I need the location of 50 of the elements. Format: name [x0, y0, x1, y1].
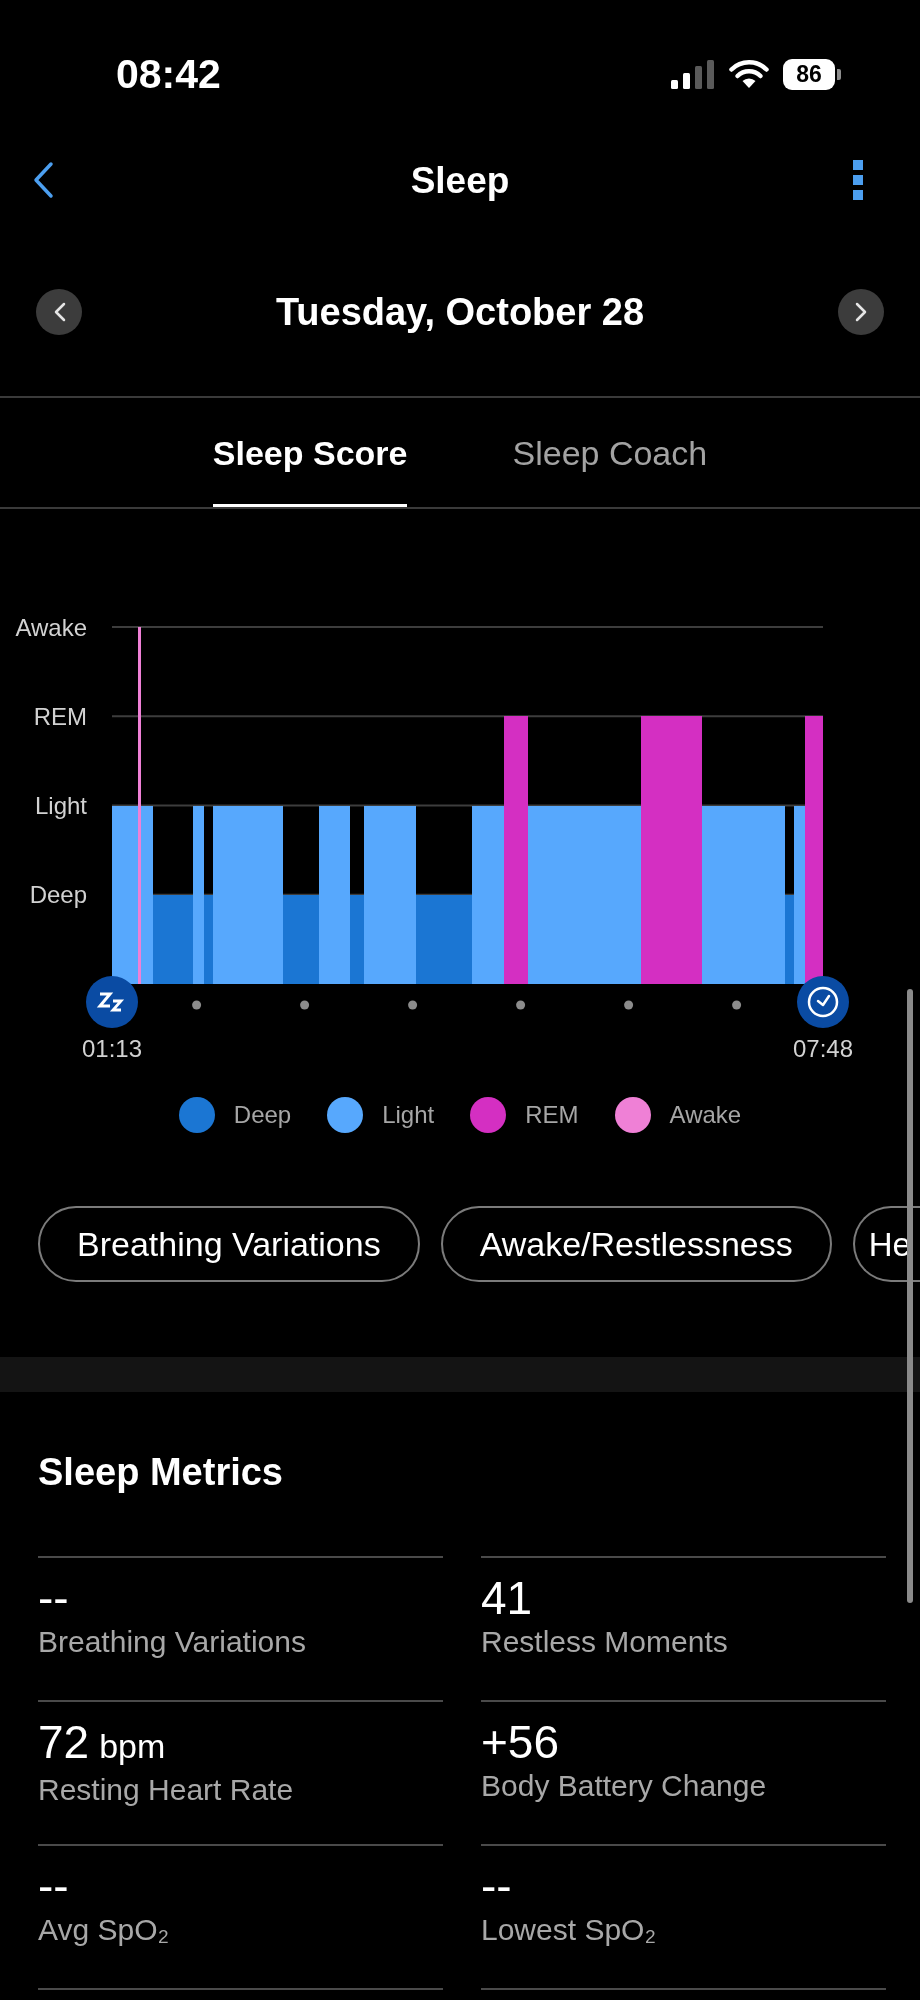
- legend-label: Awake: [669, 1103, 742, 1127]
- chevron-left-icon: [32, 161, 54, 199]
- y-axis-label: Awake: [15, 613, 87, 641]
- tick-dot-icon: [516, 1000, 526, 1010]
- wifi-icon: [729, 59, 769, 89]
- metric-value: 41: [481, 1572, 533, 1624]
- chevron-left-icon: [52, 302, 66, 322]
- tick-dot-icon: [300, 1000, 310, 1010]
- legend-label: Light: [382, 1103, 435, 1127]
- more-icon: [853, 160, 863, 200]
- chip-button[interactable]: Breathing Variations: [38, 1206, 420, 1282]
- metric-value: +56: [481, 1716, 560, 1768]
- y-axis-label: Deep: [29, 881, 87, 909]
- legend-label: REM: [525, 1103, 579, 1127]
- section-title: Sleep Metrics: [37, 1450, 284, 1495]
- date-title: Tuesday, October 28: [275, 293, 645, 331]
- legend-label: Deep: [233, 1103, 292, 1127]
- chip-button[interactable]: Awake/Restlessness: [440, 1206, 832, 1282]
- signal-icon: [671, 59, 715, 89]
- metric-value: 72: [38, 1716, 90, 1768]
- clock-icon: [797, 976, 849, 1028]
- chevron-right-icon: [854, 302, 868, 322]
- time-label: 01:13: [81, 1034, 143, 1062]
- previous-day-button[interactable]: [36, 289, 82, 335]
- tab[interactable]: Sleep Score: [212, 398, 408, 507]
- metric-value: --: [481, 1860, 512, 1912]
- metric-label: Body Battery Change: [481, 1768, 768, 1804]
- back-button[interactable]: [32, 161, 54, 199]
- tick-dot-icon: [192, 1000, 202, 1010]
- metric-value: --: [38, 1860, 69, 1912]
- metric-label: Resting Heart Rate: [38, 1772, 295, 1808]
- metric-label: Restless Moments: [481, 1624, 729, 1660]
- more-button[interactable]: [853, 160, 863, 200]
- sleep-icon: [86, 976, 138, 1028]
- metric-label: Avg SpO₂: [38, 1912, 171, 1948]
- tick-dot-icon: [408, 1000, 418, 1010]
- battery-indicator: 86: [783, 58, 841, 90]
- metric-label: Lowest SpO₂: [481, 1912, 658, 1948]
- tab[interactable]: Sleep Coach: [512, 398, 708, 507]
- next-day-button[interactable]: [838, 289, 884, 335]
- page-title: Sleep: [410, 161, 510, 199]
- y-axis-label: Light: [34, 792, 87, 819]
- time-label: 07:48: [792, 1034, 854, 1062]
- metric-unit: bpm: [99, 1726, 166, 1767]
- metric-value: --: [38, 1572, 69, 1624]
- y-axis-label: REM: [33, 702, 87, 730]
- metric-label: Breathing Variations: [38, 1624, 307, 1660]
- status-time: 08:42: [116, 53, 221, 95]
- tick-dot-icon: [624, 1000, 634, 1010]
- tick-dot-icon: [732, 1000, 742, 1010]
